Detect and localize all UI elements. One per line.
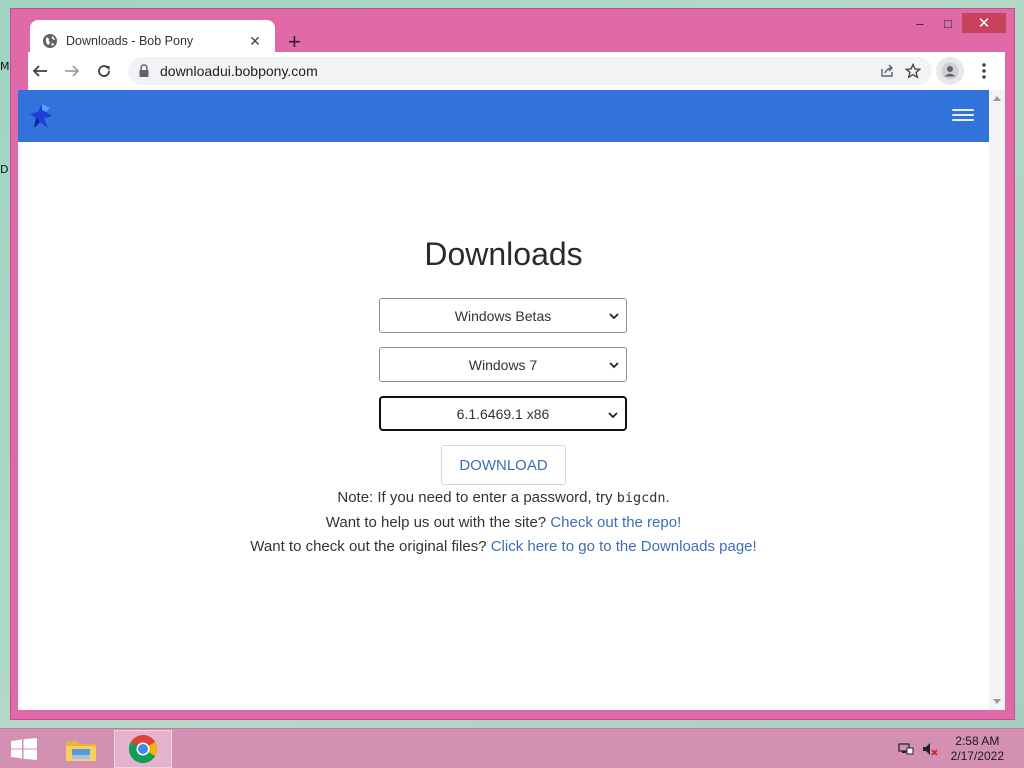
chevron-down-icon [609, 313, 619, 320]
lock-icon [139, 64, 149, 77]
page-viewport: Downloads Windows Betas Windows 7 6.1.64… [18, 90, 1005, 710]
desktop-icon-label-fragment: M [0, 60, 10, 73]
site-navbar [18, 90, 989, 142]
tab-title: Downloads - Bob Pony [66, 34, 194, 48]
kebab-menu-icon [982, 63, 986, 79]
taskbar-file-explorer[interactable] [52, 730, 110, 768]
profile-icon [941, 62, 959, 80]
browser-menu-button[interactable] [970, 57, 998, 85]
page-title: Downloads [424, 236, 583, 272]
star-icon [905, 63, 921, 79]
network-icon[interactable] [898, 741, 914, 757]
bookmark-button[interactable] [900, 58, 926, 84]
window-caption-buttons: – □ ✕ [906, 13, 1006, 33]
category-select[interactable]: Windows Betas [379, 298, 627, 333]
volume-muted-icon[interactable] [922, 741, 938, 757]
password-note-text: Note: If you need to enter a password, t… [337, 489, 617, 506]
close-window-button[interactable]: ✕ [962, 13, 1006, 33]
reload-icon [98, 65, 110, 77]
forward-arrow-icon [65, 65, 80, 77]
bob-pony-logo[interactable] [28, 102, 56, 130]
password-note-suffix: . [665, 489, 670, 506]
close-tab-icon[interactable]: ✕ [247, 33, 263, 50]
os-select[interactable]: Windows 7 [379, 347, 627, 382]
password-code: bigcdn [616, 490, 666, 506]
desktop-icon-label-fragment: D [0, 163, 9, 176]
system-clock[interactable]: 2:58 AM 2/17/2022 [951, 734, 1004, 764]
help-text: Want to help us out with the site? [325, 514, 551, 531]
chevron-down-icon [609, 362, 619, 369]
original-files-text: Want to check out the original files? [250, 538, 491, 555]
new-tab-button[interactable]: + [288, 31, 301, 53]
taskbar: 2:58 AM 2/17/2022 [0, 728, 1024, 768]
download-button[interactable]: DOWNLOAD [441, 445, 566, 485]
original-files-line: Want to check out the original files? Cl… [18, 538, 989, 555]
folder-icon [66, 741, 96, 761]
build-select[interactable]: 6.1.6469.1 x86 [379, 396, 627, 431]
scroll-down-icon[interactable] [993, 699, 1001, 704]
taskbar-chrome[interactable] [114, 730, 172, 768]
address-bar[interactable]: downloadui.bobpony.com [128, 57, 932, 85]
repo-link[interactable]: Check out the repo! [550, 514, 681, 531]
url-text: downloadui.bobpony.com [160, 63, 318, 79]
forward-button[interactable] [56, 55, 88, 87]
help-line: Want to help us out with the site? Check… [18, 514, 989, 531]
scroll-up-icon[interactable] [993, 96, 1001, 101]
build-select-value: 6.1.6469.1 x86 [456, 405, 550, 422]
globe-icon [43, 34, 57, 48]
chevron-down-icon [608, 412, 618, 419]
chrome-icon [129, 735, 157, 763]
browser-toolbar: downloadui.bobpony.com [28, 52, 1005, 90]
share-icon [881, 64, 893, 77]
category-select-value: Windows Betas [454, 307, 552, 324]
profile-button[interactable] [936, 57, 964, 85]
page-scrollbar[interactable] [989, 90, 1005, 710]
back-arrow-icon [32, 65, 47, 77]
clock-time: 2:58 AM [955, 734, 1000, 748]
hamburger-icon[interactable] [952, 106, 974, 124]
clock-date: 2/17/2022 [950, 749, 1004, 763]
reload-button[interactable] [88, 55, 120, 87]
share-button[interactable] [874, 58, 900, 84]
downloads-page-link[interactable]: Click here to go to the Downloads page! [491, 538, 757, 555]
back-button[interactable] [24, 55, 56, 87]
minimize-button[interactable]: – [906, 13, 934, 33]
maximize-button[interactable]: □ [934, 13, 962, 33]
password-note: Note: If you need to enter a password, t… [18, 489, 989, 506]
windows-start-icon[interactable] [10, 738, 38, 760]
os-select-value: Windows 7 [468, 356, 538, 373]
